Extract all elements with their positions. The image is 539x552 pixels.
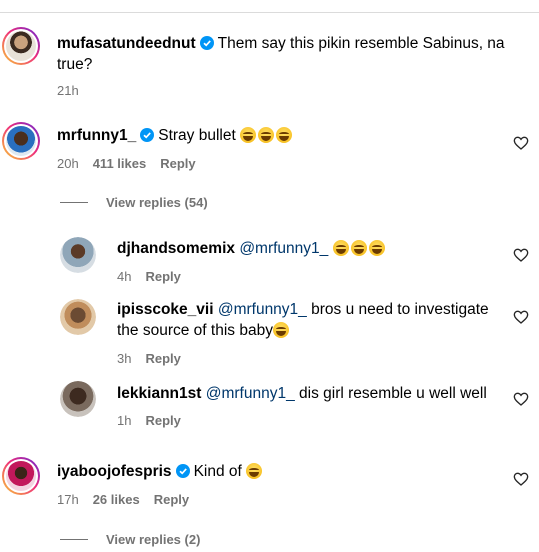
verified-badge-icon <box>175 464 190 478</box>
timestamp: 4h <box>117 269 132 284</box>
divider-dash <box>60 539 88 540</box>
heart-outline-icon[interactable] <box>513 391 529 407</box>
timestamp: 1h <box>117 413 132 428</box>
heart-outline-icon[interactable] <box>513 471 529 487</box>
laughing-emoji-icon <box>246 463 263 479</box>
heart-outline-icon[interactable] <box>513 309 529 325</box>
likes-count[interactable]: 26 likes <box>93 492 140 507</box>
timestamp: 3h <box>117 351 132 366</box>
heart-outline-icon[interactable] <box>513 135 529 151</box>
laughing-emoji-icon <box>240 127 257 143</box>
reply-text: lekkiann1st @mrfunny1_ dis girl resemble… <box>117 383 487 404</box>
reply-body: dis girl resemble u well well <box>299 385 487 402</box>
mention-link[interactable]: @mrfunny1_ <box>239 240 328 257</box>
comment-body: Them say this pikin resemble Sabinus, na <box>217 35 505 52</box>
laughing-emoji-icon <box>272 322 289 338</box>
reply-text: djhandsomemix @mrfunny1_ <box>117 238 387 259</box>
mention-link[interactable]: @mrfunny1_ <box>218 301 307 318</box>
timestamp: 17h <box>57 492 79 507</box>
grinning-emoji-icon <box>350 240 367 256</box>
username[interactable]: ipisscoke_vii <box>117 301 214 318</box>
avatar[interactable] <box>2 122 40 160</box>
top-divider <box>0 12 539 13</box>
view-replies-label: View replies (54) <box>106 195 208 210</box>
comment-body-cont: true? <box>57 56 93 73</box>
timestamp: 21h <box>57 83 79 98</box>
avatar[interactable] <box>60 299 96 335</box>
reply-text: ipisscoke_vii @mrfunny1_ bros u need to … <box>117 299 489 341</box>
view-replies-label: View replies (2) <box>106 532 201 547</box>
reply-body: bros u need to investigate <box>311 301 489 318</box>
username[interactable]: lekkiann1st <box>117 385 201 402</box>
laughing-emoji-icon <box>332 240 349 256</box>
reply-button[interactable]: Reply <box>145 351 180 366</box>
avatar[interactable] <box>60 237 96 273</box>
avatar[interactable] <box>2 27 40 65</box>
view-replies-button[interactable]: View replies (2) <box>60 532 200 547</box>
heart-outline-icon[interactable] <box>513 247 529 263</box>
timestamp: 20h <box>57 156 79 171</box>
username[interactable]: mufasatundeednut <box>57 35 196 52</box>
comment-text: mrfunny1_ Stray bullet <box>57 125 294 146</box>
comment-text: iyaboojofespris Kind of <box>57 461 264 482</box>
reply-button[interactable]: Reply <box>145 413 180 428</box>
view-replies-button[interactable]: View replies (54) <box>60 195 208 210</box>
divider-dash <box>60 202 88 203</box>
rofl-emoji-icon <box>368 240 385 256</box>
reply-button[interactable]: Reply <box>145 269 180 284</box>
avatar[interactable] <box>60 381 96 417</box>
username[interactable]: mrfunny1_ <box>57 127 136 144</box>
username[interactable]: iyaboojofespris <box>57 463 172 480</box>
laughing-emoji-icon <box>258 127 275 143</box>
comment-body: Kind of <box>193 463 242 480</box>
username[interactable]: djhandsomemix <box>117 240 235 257</box>
comment-text: mufasatundeednut Them say this pikin rese… <box>57 33 505 75</box>
reply-body-cont: the source of this baby <box>117 322 273 339</box>
laughing-emoji-icon <box>276 127 293 143</box>
mention-link[interactable]: @mrfunny1_ <box>206 385 295 402</box>
avatar[interactable] <box>2 457 40 495</box>
verified-badge-icon <box>199 36 214 50</box>
reply-button[interactable]: Reply <box>154 492 189 507</box>
likes-count[interactable]: 411 likes <box>93 156 147 171</box>
comment-body: Stray bullet <box>158 127 236 144</box>
reply-button[interactable]: Reply <box>160 156 195 171</box>
verified-badge-icon <box>140 128 155 142</box>
